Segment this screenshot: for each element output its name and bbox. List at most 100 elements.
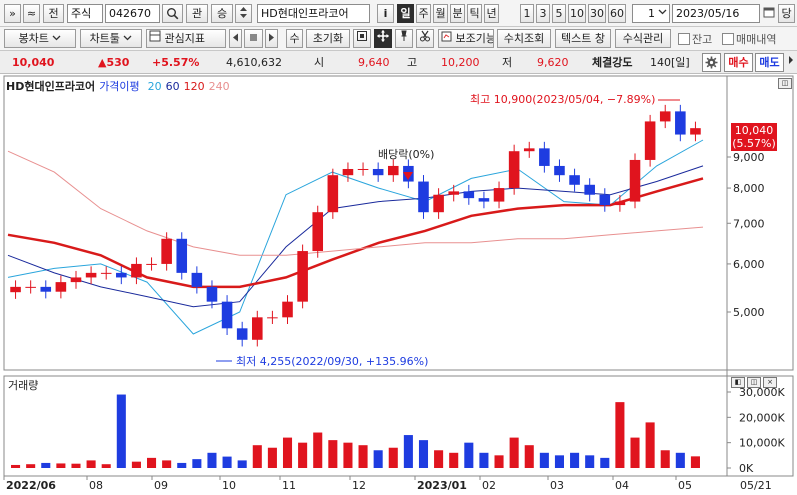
high-annotation: 최고 10,900(2023/05/04, −7.89%) [470,93,655,106]
candle-body [176,238,188,273]
period-tab-5[interactable]: 년 [484,4,499,23]
interval-button-2[interactable]: 5 [552,4,566,23]
candle-body [10,286,21,293]
volume-bar [313,432,323,468]
volume-bar [71,463,81,468]
period-tab-0[interactable]: 일 [397,4,414,23]
volume-pane-close-icon[interactable]: × [763,377,777,388]
aux-function-label: 보조기능 [455,32,494,45]
count-dropdown[interactable] [656,4,669,23]
stock-name-field[interactable]: HD현대인프라코어 [257,4,370,23]
interval-button-1[interactable]: 3 [536,4,550,23]
settings-button[interactable] [702,53,721,72]
high-price: 10,200 [441,56,480,69]
candle-body [40,286,52,292]
volume-bar [630,437,640,468]
candle-body [629,159,641,202]
nav-prev-button[interactable]: » [4,4,21,23]
quote-bar-menu[interactable] [786,53,796,72]
market-select[interactable]: 주식 [67,4,103,23]
prev-button[interactable]: 전 [43,4,64,23]
date-input[interactable]: 2023/05/16 [672,4,760,23]
volume-bar [539,452,549,468]
volume-bar [675,452,685,468]
sell-button[interactable]: 매도 [755,53,784,72]
period-tab-4[interactable]: 틱 [467,4,482,23]
current-button[interactable]: 당 [778,4,795,23]
candle-body [312,212,324,252]
candle-body [25,286,36,288]
candle-body [659,111,671,122]
price-chart[interactable]: 9,0008,0007,0006,0005,00030,000K20,000K1… [0,74,797,495]
dividend-annotation: 배당락(0%) [378,148,434,161]
text-window-button[interactable]: 텍스트 창 [555,29,611,48]
open-price: 9,640 [358,56,390,69]
indicator-button[interactable]: 관심지표 [146,29,226,48]
period-tab-1[interactable]: 주 [416,4,431,23]
volume-bar [660,450,670,468]
calendar-button[interactable] [762,4,776,23]
candle-body [523,148,535,152]
balance-checkbox[interactable] [678,33,690,45]
volume-pane-restore-icon[interactable]: ◧ [731,377,745,388]
volume-tick-label: 20,000K [739,411,785,424]
interval-button-0[interactable]: 1 [520,4,534,23]
volume-bar [373,450,383,468]
chart-tool-button[interactable]: 차트툴 [80,29,142,48]
legend-ma20: 20 [147,80,162,93]
volume-bar [41,462,51,468]
chart-toolbar: 봉차트 차트툴 관심지표 수 초기화 보조기능 수치조회 텍스트 창 수식관리 … [0,27,797,51]
watchlist-button[interactable]: 관 [186,4,208,23]
num-query-button[interactable]: 수치조회 [497,29,551,48]
buy-button[interactable]: 매수 [724,53,753,72]
chart-area[interactable]: 9,000 8,000 7,000 6,000 5,000 30,000K 20,000K 1… [0,74,797,495]
search-button[interactable] [162,4,183,23]
stop-button[interactable] [244,29,263,48]
crosshair-button[interactable] [374,29,392,48]
ma-line-2 [7,177,704,289]
candle-chart-button[interactable]: 봉차트 [4,29,76,48]
x-tick-label: 04 [615,479,629,492]
formula-manage-button[interactable]: 수식관리 [615,29,671,48]
rise-button[interactable]: 승 [211,4,233,23]
aux-function-button[interactable]: 보조기능 [438,29,494,48]
volume-bar [434,450,444,468]
volume-bar [554,455,564,468]
interval-button-5[interactable]: 60 [608,4,626,23]
prev-arrow-button[interactable] [229,29,242,48]
volume-label-text: 거래량 [8,379,39,392]
period-tab-3[interactable]: 분 [450,4,465,23]
candle-body [372,168,384,176]
strength-value: 140[일] [650,56,690,69]
trades-checkbox[interactable] [722,33,734,45]
candle-body [418,181,429,213]
ma-line-0 [7,139,704,335]
info-button[interactable]: i [377,4,394,23]
scissors-button[interactable] [416,29,434,48]
chevron-down-icon [658,9,667,15]
stock-code-input[interactable]: 042670 [105,4,160,23]
pin-button[interactable] [395,29,413,48]
x-tick-label: 10 [222,479,236,492]
volume-bar [207,452,217,468]
updown-spin-button[interactable] [235,4,252,23]
candle-body [282,301,293,318]
reset-button[interactable]: 초기화 [306,29,350,48]
interval-button-4[interactable]: 30 [588,4,606,23]
next-arrow-button[interactable] [265,29,278,48]
candle-body [690,128,701,135]
volume-bar [162,460,172,468]
volume-pane-maximize-icon[interactable]: ◫ [747,377,761,388]
price-pane-maximize-icon[interactable]: ◫ [778,78,792,89]
volume-bar [600,457,610,468]
zoom-fit-button[interactable] [353,29,371,48]
period-tab-2[interactable]: 월 [433,4,448,23]
x-tick-label: 03 [550,479,564,492]
interval-button-3[interactable]: 10 [568,4,586,23]
layout-icon [149,30,161,42]
candle-body [599,194,611,206]
su-button[interactable]: 수 [286,29,303,48]
spin-arrows-icon [240,7,247,18]
nav-up-button[interactable]: ≈ [23,4,40,23]
candle-body [146,263,157,265]
